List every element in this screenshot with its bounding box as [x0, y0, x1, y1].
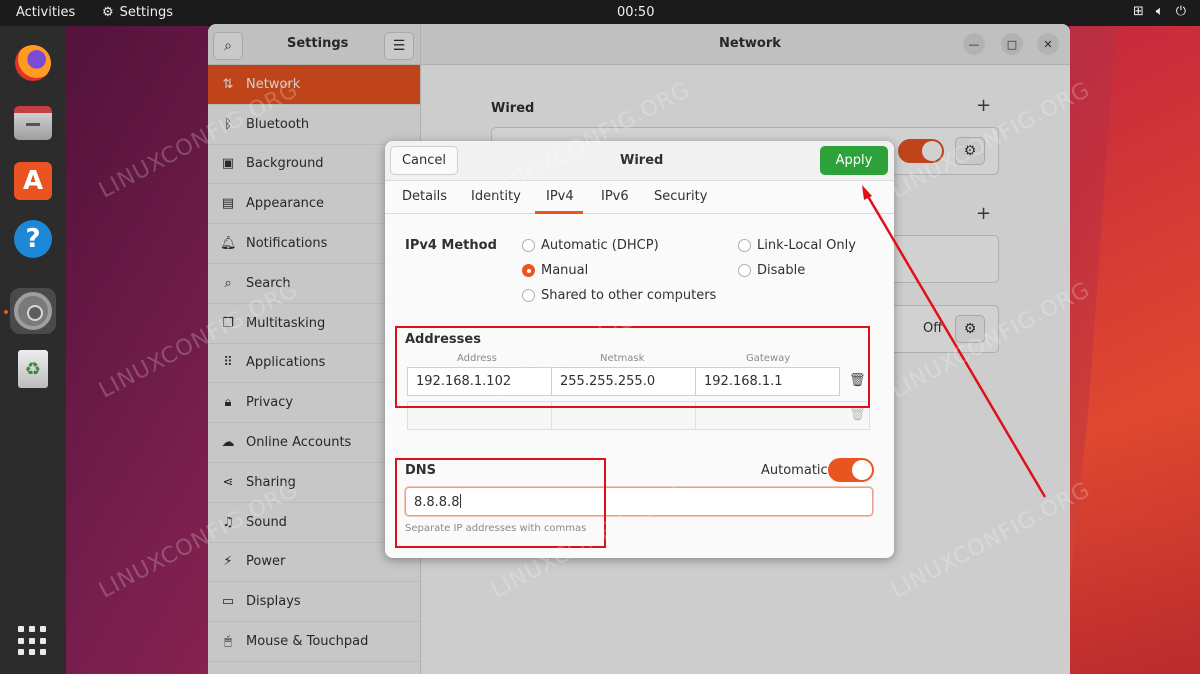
radio-circle [522, 289, 535, 302]
gear-icon: ⚙ [102, 5, 114, 20]
tab-security[interactable]: Security [654, 189, 707, 204]
dock-settings[interactable] [10, 288, 56, 334]
radio-label: Automatic (DHCP) [541, 238, 659, 253]
running-indicator [4, 310, 8, 314]
dock-files[interactable] [10, 100, 56, 146]
files-icon [14, 106, 52, 140]
trash-icon: ♻ [18, 350, 48, 388]
ipv4-method-label: IPv4 Method [405, 238, 497, 253]
top-bar: Activities ⚙ Settings 00:50 ⊞ 🔈︎ ⏻ [0, 0, 1200, 26]
firefox-icon [15, 45, 51, 81]
apply-button[interactable]: Apply [820, 146, 888, 175]
radio-automatic-dhcp[interactable]: Automatic (DHCP) [522, 238, 659, 253]
wallpaper-shape [1060, 26, 1200, 674]
app-menu-label: Settings [119, 5, 173, 20]
help-icon: ? [14, 220, 52, 258]
power-icon: ⏻ [1175, 4, 1186, 19]
clock[interactable]: 00:50 [617, 5, 654, 20]
dialog-title: Wired [620, 153, 664, 168]
volume-icon: 🔈︎ [1155, 4, 1164, 19]
active-tab-indicator [535, 211, 583, 214]
annotation-box-dns [395, 458, 606, 548]
network-wired-icon: ⊞ [1132, 4, 1144, 19]
activities-button[interactable]: Activities [16, 5, 75, 20]
system-tray[interactable]: ⊞ 🔈︎ ⏻ [1133, 4, 1186, 19]
annotation-box-addresses [395, 326, 870, 408]
radio-circle-selected [522, 264, 535, 277]
dock-help[interactable]: ? [10, 216, 56, 262]
dock: A ? ♻ [0, 26, 66, 674]
dock-firefox[interactable] [10, 40, 56, 86]
radio-disable[interactable]: Disable [738, 263, 805, 278]
tab-details[interactable]: Details [402, 189, 447, 204]
radio-circle [738, 239, 751, 252]
show-apps-icon[interactable] [18, 626, 48, 656]
settings-icon [14, 292, 52, 330]
dock-trash[interactable]: ♻ [10, 346, 56, 392]
dialog-header: Cancel Wired Apply [385, 141, 894, 181]
tab-ipv4[interactable]: IPv4 [546, 189, 574, 204]
radio-label: Manual [541, 263, 589, 278]
dns-automatic-label: Automatic [761, 463, 828, 478]
dock-software[interactable]: A [10, 158, 56, 204]
tab-bar: Details Identity IPv4 IPv6 Security [385, 181, 894, 214]
delete-address-icon-disabled: 🗑︎ [849, 407, 866, 422]
software-store-icon: A [14, 162, 52, 200]
cancel-button[interactable]: Cancel [390, 146, 458, 175]
radio-manual[interactable]: Manual [522, 263, 588, 278]
radio-link-local[interactable]: Link-Local Only [738, 238, 856, 253]
tab-identity[interactable]: Identity [471, 189, 521, 204]
radio-label: Shared to other computers [541, 288, 717, 303]
radio-shared[interactable]: Shared to other computers [522, 288, 716, 303]
dns-automatic-toggle[interactable] [828, 458, 874, 482]
radio-circle [738, 264, 751, 277]
app-menu[interactable]: ⚙ Settings [102, 5, 173, 20]
radio-circle [522, 239, 535, 252]
radio-label: Link-Local Only [757, 238, 856, 253]
radio-label: Disable [757, 263, 806, 278]
tab-ipv6[interactable]: IPv6 [601, 189, 629, 204]
